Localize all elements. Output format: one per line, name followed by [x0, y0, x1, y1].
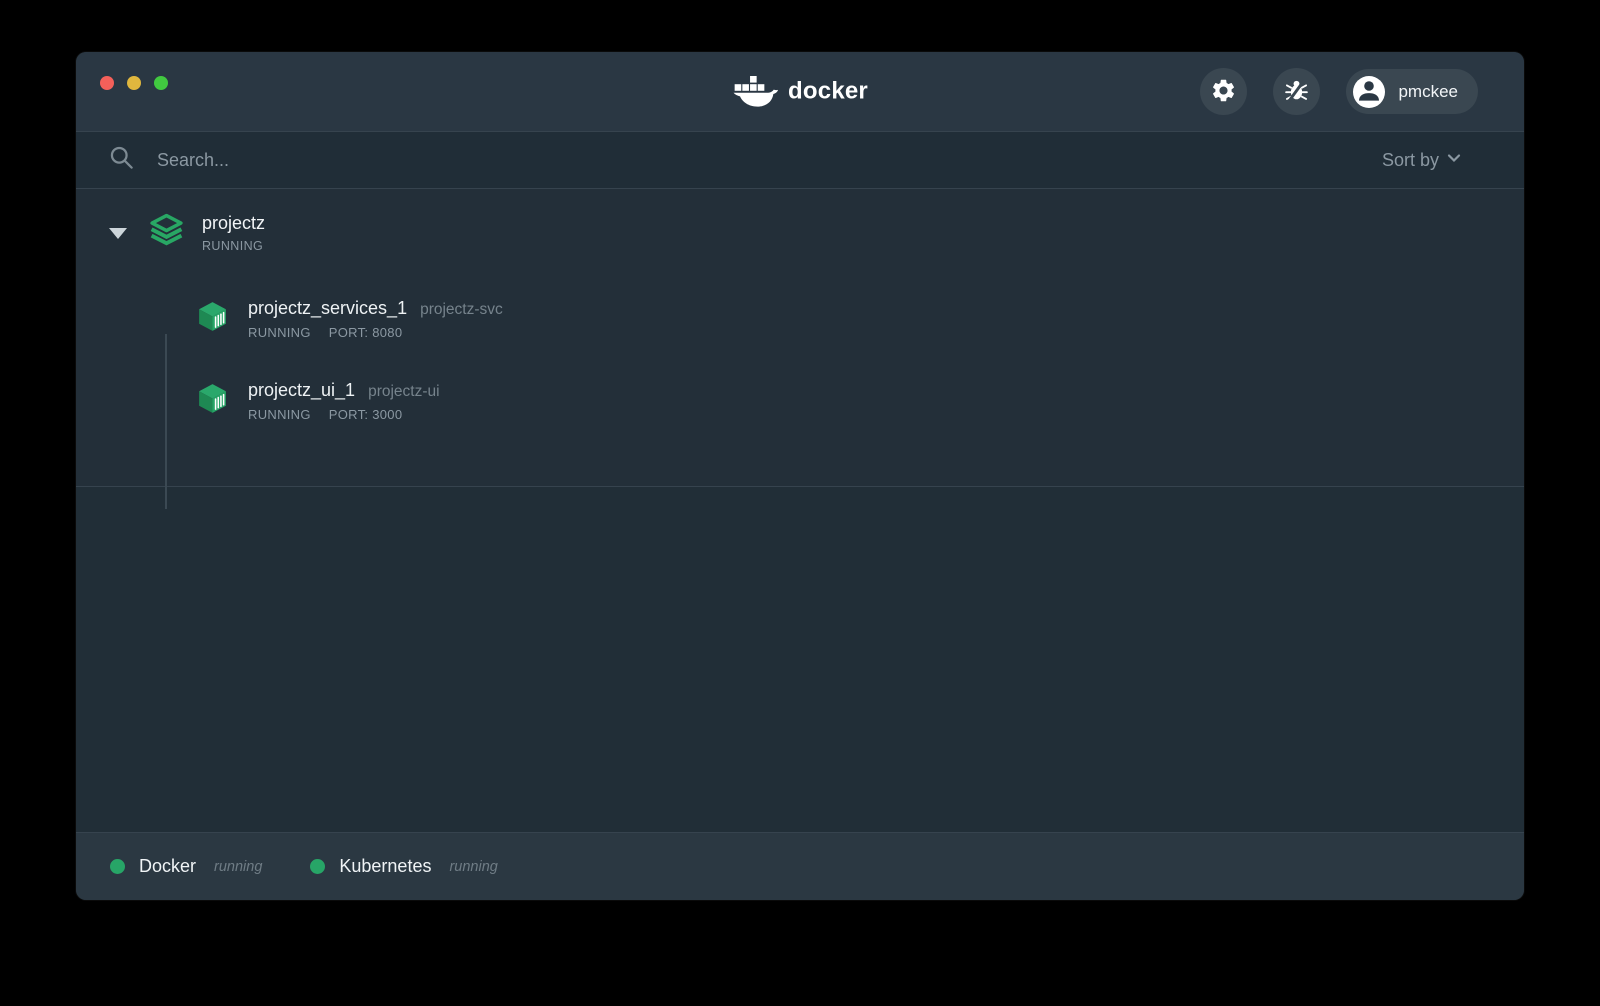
docker-whale-icon — [732, 74, 780, 109]
container-name: projectz_ui_1 — [248, 380, 355, 401]
project-row[interactable]: projectz RUNNING — [76, 189, 1524, 254]
account-button[interactable]: pmckee — [1346, 69, 1478, 114]
container-group: projectz_services_1 projectz-svc RUNNING… — [195, 298, 1524, 422]
gear-icon — [1210, 77, 1237, 107]
avatar — [1353, 76, 1385, 108]
container-name: projectz_services_1 — [248, 298, 407, 319]
brand-name: docker — [788, 78, 868, 106]
docker-logo: docker — [732, 74, 868, 109]
user-icon — [1353, 74, 1385, 109]
window-controls — [100, 76, 168, 90]
project-name: projectz — [202, 213, 265, 234]
container-port: PORT: 8080 — [329, 325, 403, 340]
container-status: RUNNING — [248, 325, 311, 340]
tree-connector-line — [165, 334, 167, 509]
container-status: RUNNING — [248, 407, 311, 422]
settings-button[interactable] — [1200, 68, 1247, 115]
project-list: projectz RUNNING — [76, 189, 1524, 487]
search-input[interactable] — [157, 150, 1382, 171]
caret-down-icon[interactable] — [109, 228, 127, 239]
container-row[interactable]: projectz_ui_1 projectz-ui RUNNING PORT: … — [195, 380, 1524, 422]
status-label: Kubernetes — [339, 856, 431, 877]
project-status: RUNNING — [202, 239, 265, 253]
close-button[interactable] — [100, 76, 114, 90]
bug-report-button[interactable] — [1273, 68, 1320, 115]
chevron-down-icon — [1446, 150, 1462, 171]
project-meta: projectz RUNNING — [202, 213, 265, 253]
container-port: PORT: 3000 — [329, 407, 403, 422]
docker-desktop-window: docker — [76, 52, 1524, 900]
status-state: running — [214, 859, 262, 875]
docker-status: Docker running — [110, 856, 262, 877]
container-box-icon — [195, 299, 230, 340]
status-state: running — [449, 859, 497, 875]
container-image: projectz-ui — [368, 383, 440, 401]
minimize-button[interactable] — [127, 76, 141, 90]
status-dot-icon — [110, 859, 125, 874]
container-info: projectz_ui_1 projectz-ui RUNNING PORT: … — [248, 380, 440, 422]
username: pmckee — [1398, 82, 1458, 102]
sort-by-dropdown[interactable]: Sort by — [1382, 150, 1462, 171]
header-controls: pmckee — [1200, 68, 1478, 115]
zoom-button[interactable] — [154, 76, 168, 90]
bug-icon — [1283, 77, 1310, 107]
status-label: Docker — [139, 856, 196, 877]
status-dot-icon — [310, 859, 325, 874]
container-row[interactable]: projectz_services_1 projectz-svc RUNNING… — [195, 298, 1524, 340]
status-bar: Docker running Kubernetes running — [76, 832, 1524, 900]
container-info: projectz_services_1 projectz-svc RUNNING… — [248, 298, 503, 340]
container-box-icon — [195, 381, 230, 422]
title-bar: docker — [76, 52, 1524, 132]
sort-by-label: Sort by — [1382, 150, 1439, 171]
layers-stack-icon — [148, 212, 185, 254]
content-area — [76, 487, 1524, 832]
search-bar: Sort by — [76, 132, 1524, 189]
kubernetes-status: Kubernetes running — [310, 856, 497, 877]
container-image: projectz-svc — [420, 301, 503, 319]
search-icon — [108, 144, 135, 176]
